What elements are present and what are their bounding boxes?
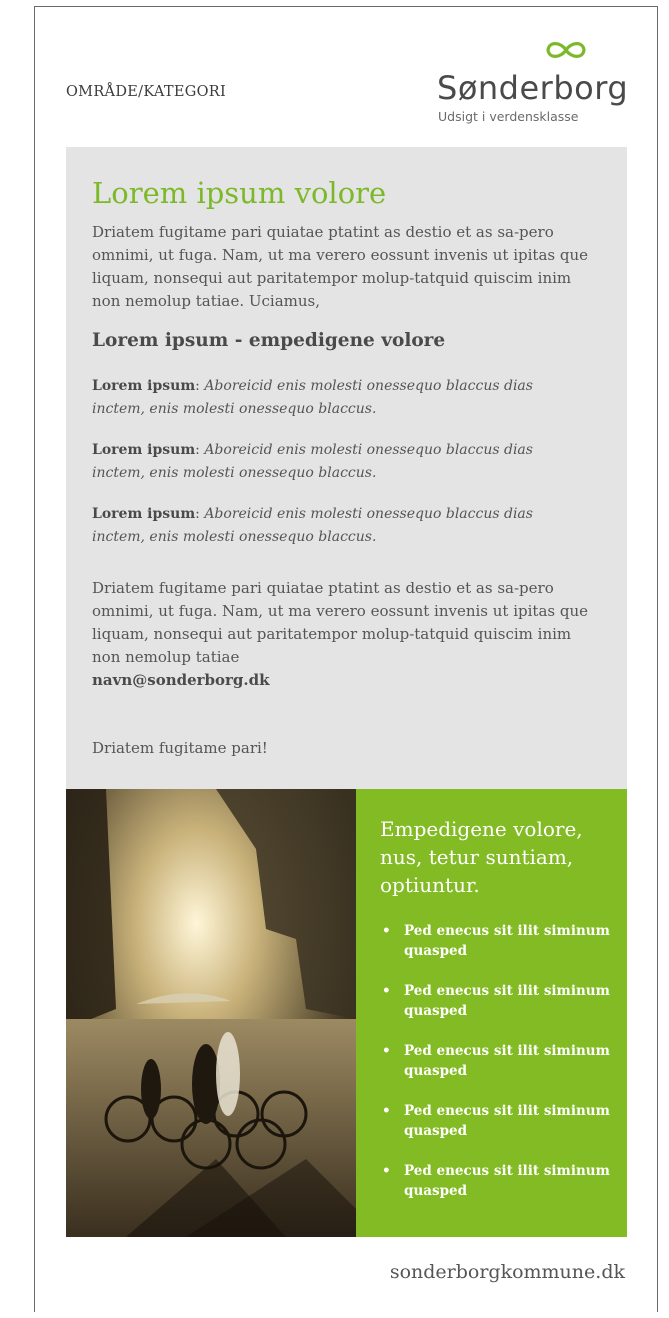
cyclists-photo-illustration: [66, 789, 356, 1237]
list-item: • Ped enecus sit ilit siminum quasped: [380, 1041, 610, 1081]
list-item: • Ped enecus sit ilit siminum quasped: [380, 1161, 610, 1201]
list-item-text: Ped enecus sit ilit siminum quasped: [404, 1043, 610, 1079]
detail-item: Lorem ipsum: Aboreicid enis molesti ones…: [92, 375, 552, 421]
detail-label: Lorem ipsum: [92, 378, 196, 394]
bullet-icon: •: [382, 1163, 391, 1179]
logo: Sønderborg Udsigt i verdensklasse: [437, 39, 637, 129]
closing-line: Driatem fugitame pari!: [92, 739, 268, 757]
bullet-icon: •: [382, 923, 391, 939]
detail-separator: :: [195, 506, 205, 522]
list-item-text: Ped enecus sit ilit siminum quasped: [404, 1163, 610, 1199]
outro-text: Driatem fugitame pari quiatae ptatint as…: [92, 579, 588, 666]
detail-item: Lorem ipsum: Aboreicid enis molesti ones…: [92, 503, 552, 549]
headline: Lorem ipsum volore: [92, 176, 387, 210]
list-item: • Ped enecus sit ilit siminum quasped: [380, 921, 610, 961]
highlight-panel: Empedigene volore, nus, tetur suntiam, o…: [356, 789, 627, 1237]
email-link[interactable]: navn@sonderborg.dk: [92, 671, 270, 689]
infinity-icon: [546, 42, 586, 58]
subheading: Lorem ipsum - empedigene volore: [92, 330, 446, 351]
highlight-list: • Ped enecus sit ilit siminum quasped • Pe…: [380, 921, 610, 1221]
category-label: OMRÅDE/KATEGORI: [66, 84, 227, 100]
detail-item: Lorem ipsum: Aboreicid enis molesti ones…: [92, 439, 552, 485]
detail-label: Lorem ipsum: [92, 442, 196, 458]
logo-tagline: Udsigt i verdensklasse: [438, 109, 579, 124]
main-content-panel: Lorem ipsum volore Driatem fugitame pari…: [66, 147, 627, 789]
detail-label: Lorem ipsum: [92, 506, 196, 522]
list-item-text: Ped enecus sit ilit siminum quasped: [404, 1103, 610, 1139]
highlight-title: Empedigene volore, nus, tetur suntiam, o…: [380, 817, 583, 897]
logo-name: Sønderborg: [437, 69, 629, 107]
list-item-text: Ped enecus sit ilit siminum quasped: [404, 923, 610, 959]
intro-paragraph: Driatem fugitame pari quiatae ptatint as…: [92, 223, 588, 310]
detail-separator: :: [195, 442, 205, 458]
cyclists-photo: [66, 789, 356, 1237]
list-item-text: Ped enecus sit ilit siminum quasped: [404, 983, 610, 1019]
bullet-icon: •: [382, 983, 391, 999]
document-page: OMRÅDE/KATEGORI Sønderborg Udsigt i verd…: [34, 6, 658, 1312]
list-item: • Ped enecus sit ilit siminum quasped: [380, 981, 610, 1021]
detail-separator: :: [195, 378, 205, 394]
website-link[interactable]: sonderborgkommune.dk: [390, 1261, 625, 1283]
bullet-icon: •: [382, 1103, 391, 1119]
list-item: • Ped enecus sit ilit siminum quasped: [380, 1101, 610, 1141]
outro-paragraph: Driatem fugitame pari quiatae ptatint as…: [92, 577, 592, 692]
bullet-icon: •: [382, 1043, 391, 1059]
